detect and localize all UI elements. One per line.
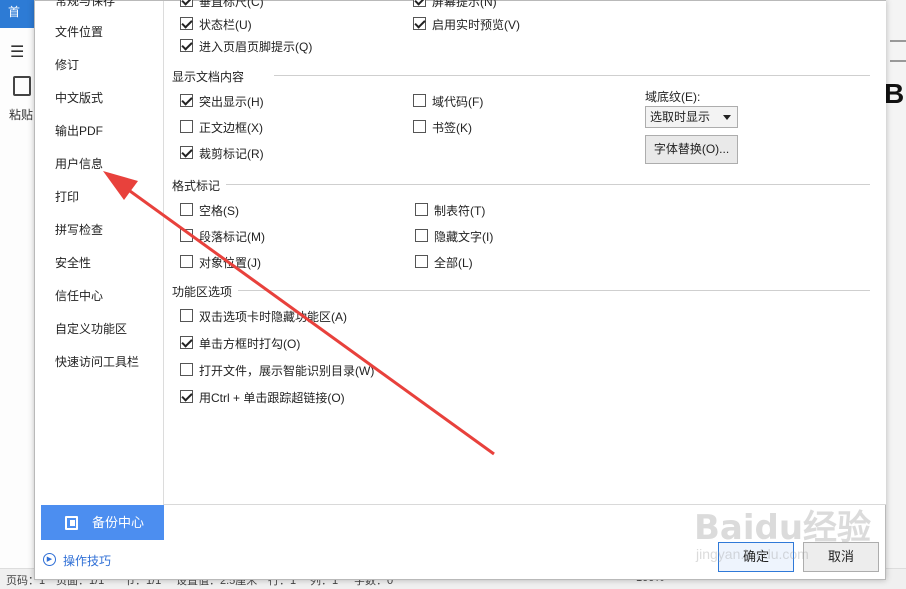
checkbox-box[interactable] (180, 39, 193, 52)
options-dialog: 常规与保存 文件位置 修订 中文版式 输出PDF 用户信息 打印 拼写检查 安全… (34, 0, 886, 580)
checkbox-box[interactable] (180, 229, 193, 242)
app-style-preview: B (884, 78, 905, 109)
checkbox-box[interactable] (180, 120, 193, 133)
checkbox-box[interactable] (413, 17, 426, 30)
checkbox-box[interactable] (180, 0, 193, 7)
sidebar-item-quick-access[interactable]: 快速访问工具栏 (55, 351, 139, 373)
checkbox-box[interactable] (415, 255, 428, 268)
sidebar-item-custom-ribbon[interactable]: 自定义功能区 (55, 318, 127, 340)
sidebar-item-chinese-layout[interactable]: 中文版式 (55, 87, 103, 109)
divider (238, 290, 870, 291)
field-shading-value: 选取时显示 (650, 110, 711, 124)
field-shading-label: 域底纹(E): (645, 90, 701, 104)
menu-icon[interactable]: ☰ (10, 42, 24, 62)
sidebar-item-revision[interactable]: 修订 (55, 54, 79, 76)
checkbox-box[interactable] (413, 0, 426, 7)
sidebar-item-export-pdf[interactable]: 输出PDF (55, 120, 103, 142)
checkbox-box[interactable] (413, 94, 426, 107)
app-right-button[interactable] (890, 40, 906, 62)
sidebar-item-security[interactable]: 安全性 (55, 252, 91, 274)
checkbox-box[interactable] (180, 255, 193, 268)
checkbox-box[interactable] (180, 390, 193, 403)
checkbox-box[interactable] (415, 229, 428, 242)
ok-button[interactable]: 确定 (718, 542, 794, 572)
paste-label: 粘贴 (9, 108, 34, 122)
app-home-tab-label: 首 (8, 5, 21, 19)
divider (226, 184, 870, 185)
sidebar-item-general[interactable]: 常规与保存 (55, 0, 115, 12)
options-sidebar: 常规与保存 文件位置 修订 中文版式 输出PDF 用户信息 打印 拼写检查 安全… (36, 0, 164, 540)
checkbox-box[interactable] (180, 336, 193, 349)
sidebar-item-trust-center[interactable]: 信任中心 (55, 285, 103, 307)
paste-icon[interactable] (13, 76, 31, 96)
sidebar-item-file-location[interactable]: 文件位置 (55, 21, 103, 43)
checkbox-box[interactable] (180, 203, 193, 216)
checkbox-box[interactable] (413, 120, 426, 133)
checkbox-box[interactable] (180, 309, 193, 322)
chevron-down-icon (723, 115, 731, 120)
sidebar-item-print[interactable]: 打印 (55, 186, 79, 208)
view-options-panel: 垂直标尺(C) 屏幕提示(N) 状态栏(U) 启用实时预览(V) 进入页眉页脚提… (164, 0, 886, 505)
backup-center-button[interactable]: 备份中心 (41, 505, 164, 540)
checkbox-box[interactable] (415, 203, 428, 216)
group-title-ribbon-options: 功能区选项 (172, 285, 233, 299)
sidebar-item-spell-check[interactable]: 拼写检查 (55, 219, 103, 241)
checkbox-box[interactable] (180, 17, 193, 30)
app-home-tab[interactable]: 首 (0, 0, 34, 28)
backup-icon (65, 516, 78, 530)
cancel-button[interactable]: 取消 (803, 542, 879, 572)
font-substitution-button[interactable]: 字体替换(O)... (645, 135, 738, 164)
sidebar-item-user-info[interactable]: 用户信息 (55, 153, 103, 175)
group-title-show-content: 显示文档内容 (172, 70, 245, 84)
checkbox-box[interactable] (180, 94, 193, 107)
group-title-format-marks: 格式标记 (172, 179, 221, 193)
checkbox-box[interactable] (180, 146, 193, 159)
play-icon: ▶ (43, 553, 56, 566)
tips-label: 操作技巧 (63, 554, 112, 568)
field-shading-select[interactable]: 选取时显示 (645, 106, 738, 128)
checkbox-box[interactable] (180, 363, 193, 376)
backup-center-label: 备份中心 (92, 515, 145, 530)
divider (274, 75, 870, 76)
